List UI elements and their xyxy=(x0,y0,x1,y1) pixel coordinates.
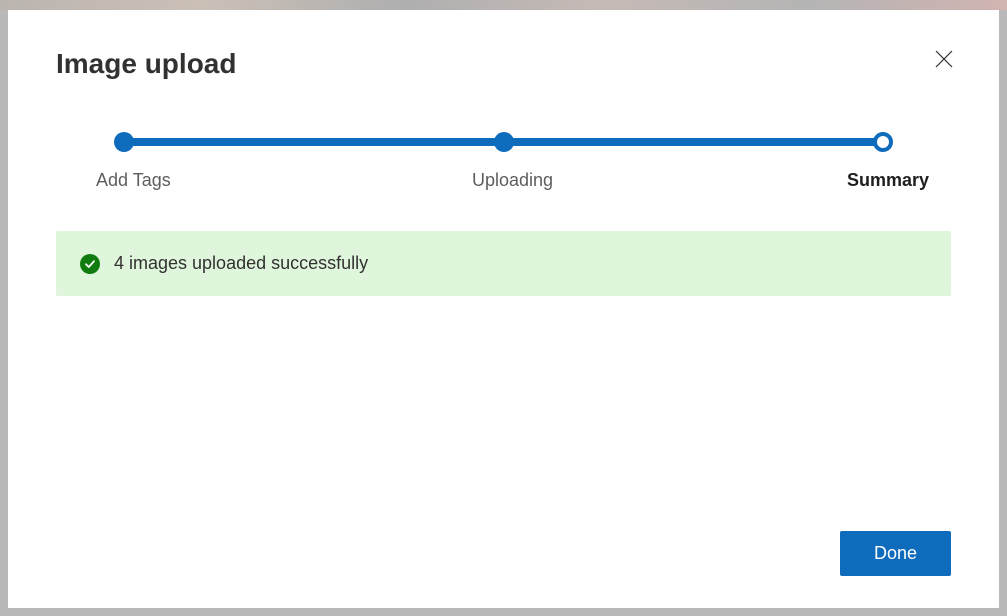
backdrop-top xyxy=(0,0,1007,10)
step-dot-uploading xyxy=(494,132,514,152)
success-check-icon xyxy=(80,254,100,274)
status-message: 4 images uploaded successfully xyxy=(114,253,368,274)
backdrop-bottom xyxy=(0,608,1007,616)
dialog-title: Image upload xyxy=(56,48,236,80)
backdrop-right xyxy=(999,10,1007,616)
done-button[interactable]: Done xyxy=(840,531,951,576)
image-upload-dialog: Image upload Add Tags Uploading Summary xyxy=(8,10,999,608)
step-label-uploading: Uploading xyxy=(453,170,573,191)
close-button[interactable] xyxy=(929,44,959,74)
progress-stepper: Add Tags Uploading Summary xyxy=(114,132,893,191)
dialog-header: Image upload xyxy=(56,48,951,80)
step-dot-summary xyxy=(873,132,893,152)
upload-status-banner: 4 images uploaded successfully xyxy=(56,231,951,296)
step-label-add-tags: Add Tags xyxy=(96,170,216,191)
backdrop-left xyxy=(0,10,8,616)
step-label-summary: Summary xyxy=(809,170,929,191)
close-icon xyxy=(933,48,955,70)
step-dot-add-tags xyxy=(114,132,134,152)
dialog-footer: Done xyxy=(56,531,951,576)
